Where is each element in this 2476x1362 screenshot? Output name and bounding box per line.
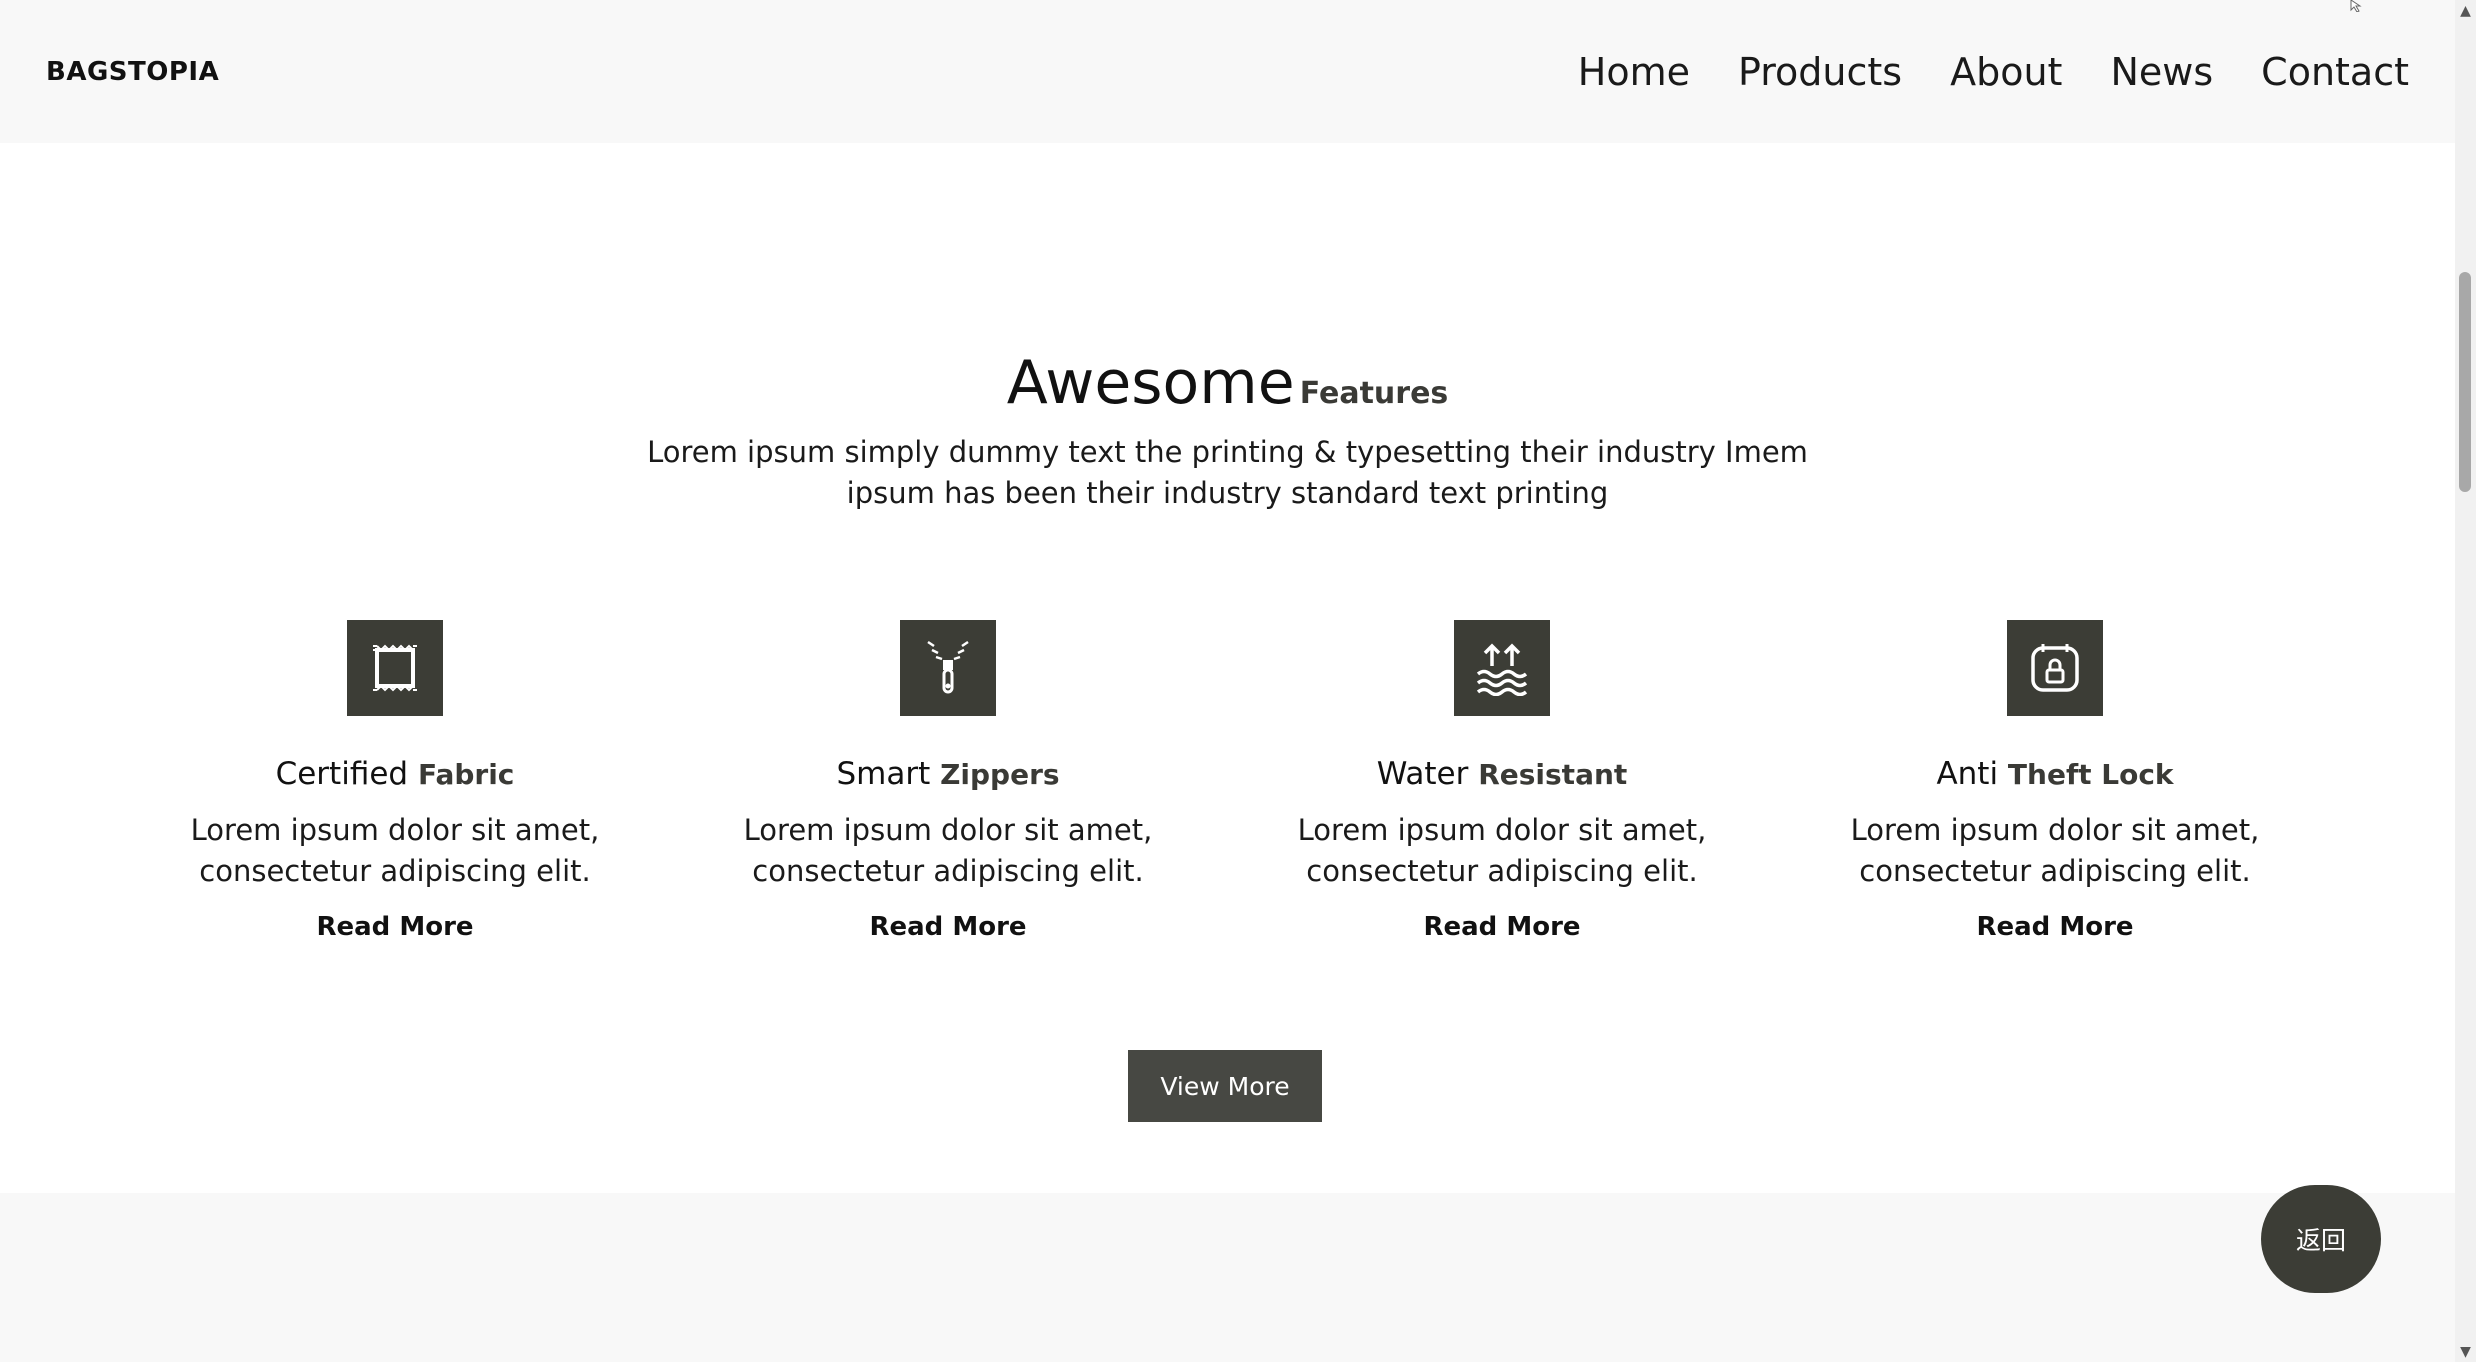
feature-text: Lorem ipsum dolor sit amet, consectetur … (1297, 813, 1707, 888)
next-section (0, 1193, 2455, 1362)
feature-text: Lorem ipsum dolor sit amet, consectetur … (190, 813, 600, 888)
read-more-link[interactable]: Read More (316, 912, 473, 942)
feature-title: Water Resistant (1292, 756, 1712, 792)
feature-text: Lorem ipsum dolor sit amet, consectetur … (1850, 813, 2260, 888)
scrollbar[interactable]: ▲ ▼ (2455, 0, 2476, 1362)
feature-card-lock: Anti Theft Lock Lorem ipsum dolor sit am… (1845, 620, 2265, 942)
nav-about[interactable]: About (1950, 50, 2062, 94)
section-title-sub: Features (1299, 376, 1449, 411)
fabric-icon (347, 620, 443, 716)
feature-title-main: Water (1376, 756, 1469, 792)
scrollbar-thumb[interactable] (2459, 272, 2471, 492)
view-more-button[interactable]: View More (1128, 1050, 1322, 1122)
nav-news[interactable]: News (2110, 50, 2213, 94)
brand-logo[interactable]: BAGSTOPIA (46, 57, 219, 87)
feature-title-main: Smart (836, 756, 931, 792)
section-description: Lorem ipsum simply dummy text the printi… (647, 435, 1808, 510)
feature-title-accent: Zippers (940, 758, 1060, 791)
scroll-down-icon[interactable]: ▼ (2455, 1341, 2476, 1362)
mouse-cursor-icon (2350, 0, 2362, 12)
read-more-link[interactable]: Read More (1976, 912, 2133, 942)
read-more-link[interactable]: Read More (869, 912, 1026, 942)
nav-home[interactable]: Home (1578, 50, 1690, 94)
feature-title-accent: Fabric (417, 758, 515, 791)
main-nav: Home Products About News Contact (1578, 50, 2409, 94)
section-title: Awesome Features (0, 348, 2455, 418)
zipper-icon (900, 620, 996, 716)
feature-title-accent: Resistant (1478, 758, 1628, 791)
section-title-main: Awesome (1006, 348, 1295, 418)
feature-title: Smart Zippers (738, 756, 1158, 792)
page: BAGSTOPIA Home Products About News Conta… (0, 0, 2476, 1362)
feature-title: Anti Theft Lock (1845, 756, 2265, 792)
back-button[interactable]: 返回 (2261, 1185, 2381, 1293)
read-more-link[interactable]: Read More (1423, 912, 1580, 942)
feature-card-fabric: Certified Fabric Lorem ipsum dolor sit a… (185, 620, 605, 942)
nav-products[interactable]: Products (1738, 50, 1902, 94)
feature-card-water: Water Resistant Lorem ipsum dolor sit am… (1292, 620, 1712, 942)
site-header: BAGSTOPIA Home Products About News Conta… (0, 0, 2455, 143)
feature-text: Lorem ipsum dolor sit amet, consectetur … (743, 813, 1153, 888)
water-resistant-icon (1454, 620, 1550, 716)
feature-title-main: Anti (1936, 756, 1999, 792)
feature-card-zippers: Smart Zippers Lorem ipsum dolor sit amet… (738, 620, 1158, 942)
feature-title: Certified Fabric (185, 756, 605, 792)
scroll-up-icon[interactable]: ▲ (2455, 0, 2476, 21)
nav-contact[interactable]: Contact (2261, 50, 2409, 94)
feature-title-main: Certified (275, 756, 409, 792)
feature-title-accent: Theft Lock (2007, 758, 2174, 791)
lock-icon (2007, 620, 2103, 716)
